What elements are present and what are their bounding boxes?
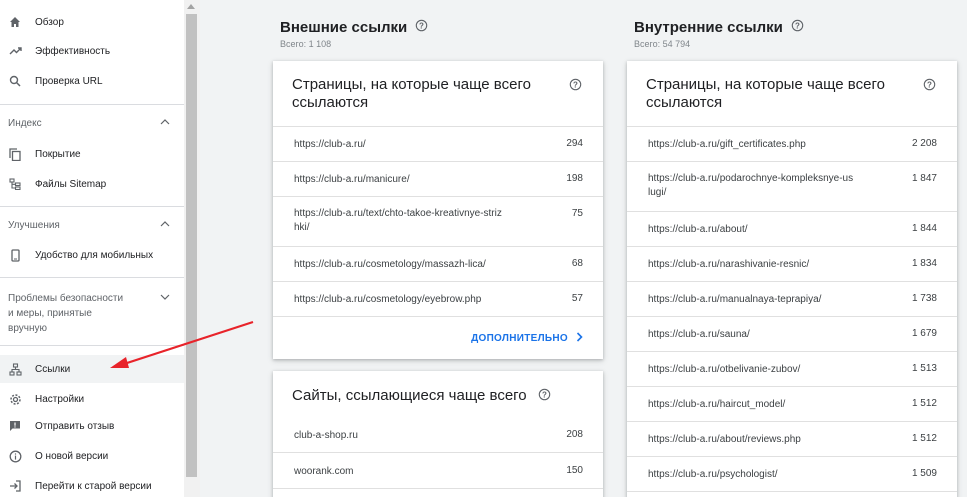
divider	[273, 488, 603, 489]
table-row[interactable]: club-a-shop.ru 208	[273, 417, 603, 452]
scroll-up-arrow-icon[interactable]	[187, 4, 195, 9]
sidebar-item-overview[interactable]: Обзор	[0, 8, 184, 36]
section-header-security[interactable]: Проблемы безопасности и меры, принятые в…	[8, 291, 170, 336]
scrollbar-thumb[interactable]	[186, 14, 197, 477]
total-count: Всего: 54 794	[634, 39, 691, 49]
table-row[interactable]: https://club-a.ru/otbelivanie-zubov/ 1 5…	[627, 351, 957, 386]
trending-up-icon	[8, 44, 22, 58]
search-icon	[8, 74, 22, 88]
feedback-icon	[8, 419, 22, 433]
home-icon	[8, 15, 22, 29]
coverage-icon	[8, 147, 22, 161]
card-title: Страницы, на которые чаще всего ссылаютс…	[292, 76, 531, 111]
table-row[interactable]: https://club-a.ru/about/reviews.php 1 51…	[627, 421, 957, 456]
sidebar-item-label: Покрытие	[35, 148, 81, 160]
sidebar-item-about-new-version[interactable]: О новой версии	[0, 442, 184, 470]
table-row[interactable]: https://club-a.ru/cosmetology/eyebrow.ph…	[273, 281, 603, 316]
chevron-up-icon	[160, 219, 170, 233]
sidebar-item-label: Эффективность	[35, 45, 111, 57]
divider	[0, 206, 184, 207]
page-title: Внешние ссылки	[280, 19, 408, 36]
sidebar-item-feedback[interactable]: Отправить отзыв	[0, 412, 184, 440]
help-icon[interactable]: ?	[569, 78, 582, 96]
sidebar-item-sitemaps[interactable]: Файлы Sitemap	[0, 170, 184, 198]
page-title: Внутренние ссылки	[634, 19, 783, 36]
divider	[0, 277, 184, 278]
sidebar-item-settings[interactable]: Настройки	[0, 385, 184, 413]
table-row[interactable]: https://club-a.ru/narashivanie-resnic/ 1…	[627, 246, 957, 281]
divider	[273, 316, 603, 317]
table-row[interactable]: https://club-a.ru/gift_certificates.php …	[627, 126, 957, 161]
table-row[interactable]: woorank.com 150	[273, 452, 603, 488]
exit-icon	[8, 479, 22, 493]
sidebar-item-coverage[interactable]: Покрытие	[0, 140, 184, 168]
section-header-index[interactable]: Индекс	[8, 117, 170, 131]
table-row[interactable]: https://club-a.ru/psychologist/ 1 509	[627, 456, 957, 491]
sidebar-item-label: Удобство для мобильных	[35, 249, 154, 261]
table-row[interactable]: https://club-a.ru/text/chto-takoe-kreati…	[273, 196, 603, 246]
mobile-icon	[8, 248, 22, 262]
sidebar-item-old-version[interactable]: Перейти к старой версии	[0, 472, 184, 497]
top-linking-sites-card: Сайты, ссылающиеся чаще всего ? club-a-s…	[273, 371, 603, 497]
svg-text:?: ?	[419, 21, 424, 30]
svg-text:?: ?	[795, 21, 800, 30]
sidebar-item-label: Настройки	[35, 393, 85, 405]
table-row[interactable]: https://club-a.ru/ 294	[273, 126, 603, 161]
sidebar-item-label: Ссылки	[35, 363, 71, 375]
section-header-enhancements[interactable]: Улучшения	[8, 219, 170, 233]
divider	[0, 104, 184, 105]
help-icon[interactable]: ?	[538, 388, 551, 406]
settings-icon	[8, 392, 22, 406]
svg-text:?: ?	[927, 80, 932, 89]
more-button[interactable]: ДОПОЛНИТЕЛЬНО	[471, 332, 583, 345]
table-row[interactable]: https://club-a.ru/sauna/ 1 679	[627, 316, 957, 351]
table-row[interactable]: https://club-a.ru/cosmetology/massazh-li…	[273, 246, 603, 281]
table-row[interactable]: https://club-a.ru/podarochnye-kompleksny…	[627, 161, 957, 211]
sidebar-item-label: О новой версии	[35, 450, 109, 462]
help-icon[interactable]: ?	[791, 19, 804, 36]
card-title: Страницы, на которые чаще всего ссылаютс…	[646, 76, 885, 111]
sidebar-item-url-inspection[interactable]: Проверка URL	[0, 67, 184, 95]
sidebar-item-label: Перейти к старой версии	[35, 480, 152, 492]
table-row[interactable]: https://club-a.ru/manicure/ 198	[273, 161, 603, 196]
divider	[627, 491, 957, 492]
sitemap-icon	[8, 177, 22, 191]
sidebar-item-label: Обзор	[35, 16, 64, 28]
table-row[interactable]: https://club-a.ru/about/ 1 844	[627, 211, 957, 246]
total-count: Всего: 1 108	[280, 39, 332, 49]
sidebar: Обзор Эффективность Проверка URL Индекс …	[0, 0, 200, 497]
chevron-down-icon	[160, 291, 170, 306]
top-linked-pages-internal-card: Страницы, на которые чаще всего ссылаютс…	[627, 61, 957, 497]
external-links-header: Внешние ссылки ? Всего: 1 108	[280, 19, 428, 49]
info-icon	[8, 449, 22, 463]
divider	[0, 345, 184, 346]
help-icon[interactable]: ?	[415, 19, 428, 36]
table-row[interactable]: https://club-a.ru/haircut_model/ 1 512	[627, 386, 957, 421]
svg-text:?: ?	[573, 80, 578, 89]
links-icon	[8, 362, 22, 376]
sidebar-item-links[interactable]: Ссылки	[0, 355, 184, 383]
top-linked-pages-external-card: Страницы, на которые чаще всего ссылаютс…	[273, 61, 603, 359]
chevron-up-icon	[160, 117, 170, 131]
internal-links-header: Внутренние ссылки ? Всего: 54 794	[634, 19, 804, 49]
svg-text:?: ?	[542, 390, 547, 399]
sidebar-item-mobile-usability[interactable]: Удобство для мобильных	[0, 241, 184, 269]
chevron-right-icon	[576, 332, 583, 345]
help-icon[interactable]: ?	[923, 78, 936, 96]
sidebar-item-label: Файлы Sitemap	[35, 178, 107, 190]
sidebar-item-performance[interactable]: Эффективность	[0, 37, 184, 65]
sidebar-item-label: Отправить отзыв	[35, 420, 115, 432]
sidebar-item-label: Проверка URL	[35, 75, 103, 87]
table-row[interactable]: https://club-a.ru/manualnaya-teprapiya/ …	[627, 281, 957, 316]
card-title: Сайты, ссылающиеся чаще всего	[292, 387, 527, 404]
